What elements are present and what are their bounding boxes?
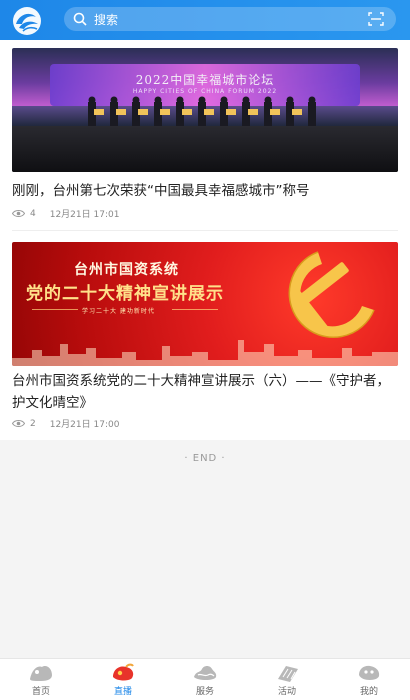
top-bar: 搜索	[0, 0, 410, 40]
divider	[12, 230, 398, 231]
service-icon	[194, 666, 217, 680]
article-title[interactable]: 台州市国资系统党的二十大精神宣讲展示（六）——《守护者，护文化晴空》	[12, 370, 402, 414]
article-title[interactable]: 刚刚，台州第七次荣获“中国最具幸福感城市”称号	[12, 180, 402, 202]
tab-label: 直播	[113, 687, 132, 697]
image-tagline: 学习二十大 建功新时代	[82, 308, 155, 315]
tab-live[interactable]: 直播	[82, 659, 164, 700]
view-count: 4	[30, 208, 36, 219]
search-icon	[73, 12, 87, 26]
article-image[interactable]: 台州市国资系统 党的二十大精神宣讲展示 学习二十大 建功新时代	[12, 242, 398, 366]
tab-label: 服务	[195, 687, 214, 697]
banner-title: 2022中国幸福城市论坛	[135, 73, 275, 87]
publish-time: 12月21日 17:01	[49, 210, 120, 220]
scan-icon[interactable]	[368, 12, 384, 26]
search-bar[interactable]: 搜索	[64, 7, 396, 31]
tagline-rule	[172, 309, 218, 310]
eye-icon	[12, 210, 25, 217]
article-meta: 4 12月21日 17:01	[12, 207, 119, 220]
hammer-sickle-emblem-icon	[288, 251, 375, 338]
tab-label: 我的	[359, 687, 378, 697]
profile-icon	[359, 665, 380, 680]
tab-profile[interactable]: 我的	[328, 659, 410, 700]
home-icon	[30, 665, 52, 681]
tab-home[interactable]: 首页	[0, 659, 82, 700]
tab-label: 活动	[277, 687, 296, 697]
article-meta: 2 12月21日 17:00	[12, 417, 119, 430]
view-count: 2	[30, 418, 36, 429]
city-skyline	[12, 340, 398, 366]
article-image[interactable]: 2022中国幸福城市论坛 HAPPY CITIES OF CHINA FORUM…	[12, 48, 398, 172]
end-of-list-label: · END ·	[184, 453, 226, 464]
audience	[12, 126, 398, 172]
live-icon	[113, 663, 134, 681]
activity-icon	[278, 666, 298, 682]
publish-time: 12月21日 17:00	[49, 420, 120, 430]
tab-service[interactable]: 服务	[164, 659, 246, 700]
eye-icon	[12, 420, 25, 427]
wave-logo-icon[interactable]	[10, 6, 44, 36]
bottom-tab-bar: 首页 直播 服务 活动 我的	[0, 658, 410, 700]
image-heading-line1: 台州市国资系统	[74, 262, 179, 278]
tab-label: 首页	[31, 687, 50, 697]
image-heading-line2: 党的二十大精神宣讲展示	[26, 284, 224, 304]
tab-activity[interactable]: 活动	[246, 659, 328, 700]
tagline-rule	[32, 309, 78, 310]
search-placeholder: 搜索	[94, 12, 119, 27]
